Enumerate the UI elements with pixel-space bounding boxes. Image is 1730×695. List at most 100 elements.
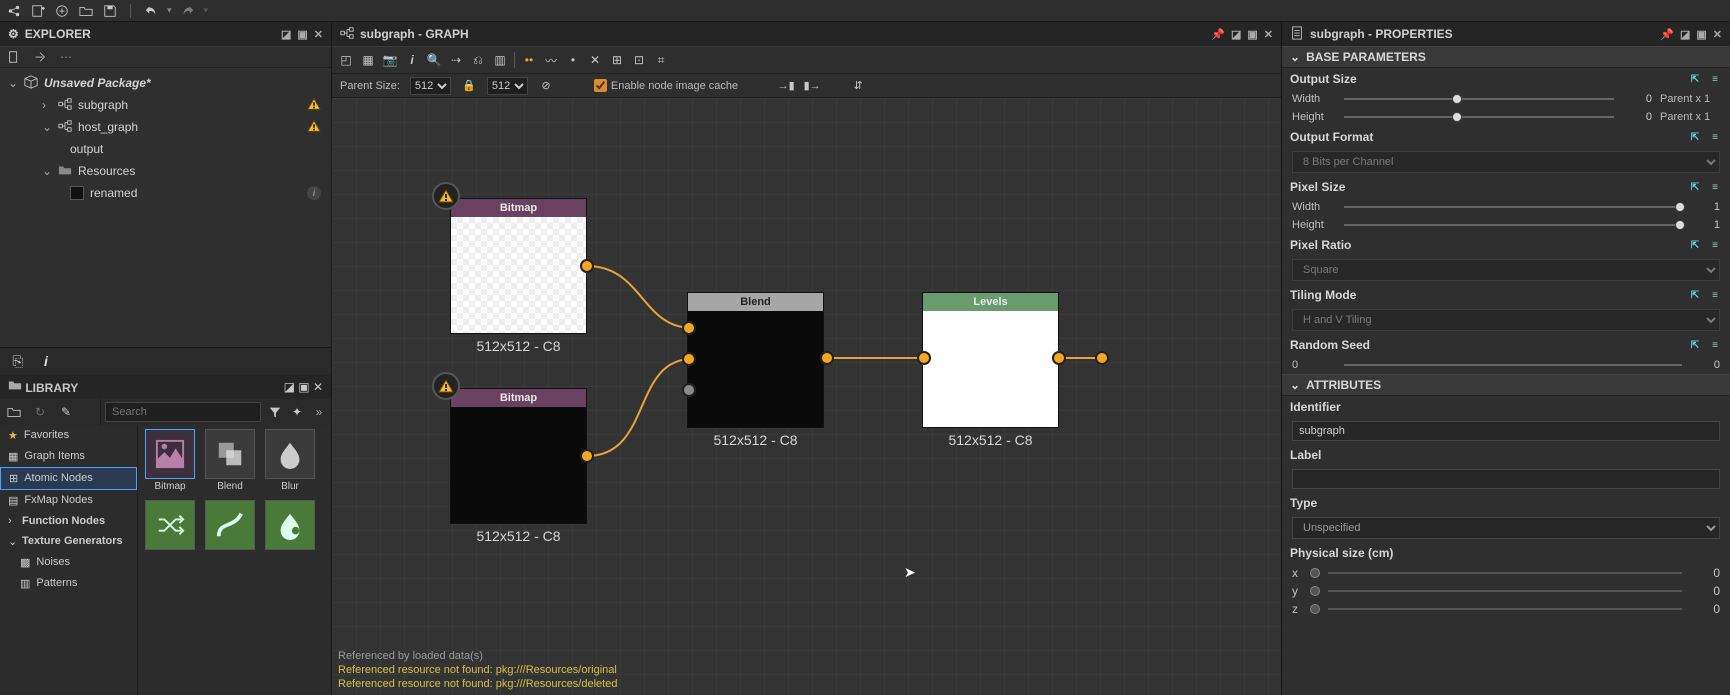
inherit-icon[interactable]: ⇱ [1688, 338, 1702, 352]
port-out[interactable] [820, 351, 834, 365]
inherit-icon[interactable]: ⇱ [1688, 72, 1702, 86]
port-in[interactable] [917, 351, 931, 365]
grid-icon[interactable]: ⊞ [609, 52, 625, 68]
filter-icon[interactable] [267, 404, 283, 420]
prop-pixel-width[interactable]: Width 1 [1282, 198, 1730, 216]
pin-icon[interactable]: 📌 [1211, 28, 1225, 41]
tree-item-resources[interactable]: ⌄ Resources [0, 160, 331, 182]
port-in-mask[interactable] [682, 383, 696, 397]
link-icon[interactable]: ⇢ [448, 52, 464, 68]
frame-icon[interactable]: ▦ [360, 52, 376, 68]
star-add-icon[interactable]: ✦ [289, 404, 305, 420]
export-icon[interactable] [32, 49, 48, 65]
lib-cat-fxmap[interactable]: ▤FxMap Nodes [0, 490, 137, 511]
size-b-select[interactable]: 512 [487, 77, 528, 95]
lib-tile-shuffle[interactable] [142, 500, 198, 550]
menu-icon[interactable]: ≡ [1708, 130, 1722, 144]
save-icon[interactable] [102, 3, 118, 19]
prop-phys-x[interactable]: x0 [1282, 564, 1730, 582]
hierarchy-icon[interactable]: ⇵ [850, 78, 866, 94]
lib-cat-atomic[interactable]: ⊞Atomic Nodes [0, 467, 137, 490]
tree-item-hostgraph[interactable]: ⌄ host_graph [0, 116, 331, 138]
inherit-icon[interactable]: ⇱ [1688, 130, 1702, 144]
maximize-icon[interactable]: ▣ [1247, 28, 1257, 41]
dot-icon[interactable]: • [565, 52, 581, 68]
lib-tile-hsl[interactable] [262, 500, 318, 550]
close-icon[interactable]: ✕ [1713, 28, 1722, 41]
reset-icon[interactable]: ⊘ [538, 78, 554, 94]
section-base-parameters[interactable]: ⌄BASE PARAMETERS [1282, 46, 1730, 68]
close-icon[interactable]: ✕ [314, 28, 323, 41]
node-bitmap-1[interactable]: Bitmap [450, 198, 587, 334]
maximize-icon[interactable]: ▣ [1696, 28, 1706, 41]
more-icon[interactable]: » [311, 404, 327, 420]
share-icon[interactable] [6, 3, 22, 19]
lib-tile-curve[interactable] [202, 500, 258, 550]
dock-icon[interactable]: ◪ [284, 380, 295, 394]
tree-item-output[interactable]: output [0, 138, 331, 160]
menu-icon[interactable]: ≡ [1708, 72, 1722, 86]
chevron-down-icon[interactable]: ⌄ [42, 120, 52, 134]
lock-icon[interactable]: 🔒 [461, 78, 477, 94]
folder-add-icon[interactable] [6, 404, 22, 420]
tool-icon[interactable]: ⎘ [10, 353, 26, 369]
type-select[interactable]: Unspecified [1292, 517, 1720, 539]
cache-checkbox[interactable]: Enable node image cache [594, 79, 738, 92]
node-blend[interactable]: Blend [687, 292, 824, 428]
port-in[interactable] [682, 352, 696, 366]
search-input[interactable] [105, 402, 261, 422]
info-i-icon[interactable]: i [44, 353, 48, 369]
snap-icon[interactable]: ⊡ [631, 52, 647, 68]
chevron-down-icon[interactable]: ⌄ [8, 76, 18, 90]
node-bitmap-2[interactable]: Bitmap [450, 388, 587, 524]
in-icon[interactable]: →▮ [778, 78, 794, 94]
edit-icon[interactable]: ✎ [58, 404, 74, 420]
prop-seed[interactable]: 0 0 [1282, 356, 1730, 374]
chevron-right-icon[interactable]: › [42, 98, 52, 112]
pin-icon[interactable]: 📌 [1660, 28, 1674, 41]
redo-icon[interactable] [180, 3, 196, 19]
info-icon[interactable]: i [404, 52, 420, 68]
lib-cat-noises[interactable]: ▩Noises [0, 552, 137, 573]
lib-cat-texgen[interactable]: ⌄Texture Generators [0, 531, 137, 552]
lib-cat-function[interactable]: ›Function Nodes [0, 511, 137, 531]
output-format-select[interactable]: 8 Bits per Channel [1292, 151, 1720, 173]
dock-icon[interactable]: ◪ [1680, 28, 1690, 41]
lib-tile-blur[interactable]: Blur [262, 429, 318, 492]
pixel-ratio-select[interactable]: Square [1292, 259, 1720, 281]
gear-icon[interactable]: ⚙ [8, 27, 19, 41]
prop-width[interactable]: Width 0 Parent x 1 [1282, 90, 1730, 108]
doc-icon[interactable] [6, 49, 22, 65]
lib-cat-patterns[interactable]: ▥Patterns [0, 573, 137, 594]
port-out[interactable] [1052, 351, 1066, 365]
open-icon[interactable] [78, 3, 94, 19]
menu-icon[interactable]: ≡ [1708, 338, 1722, 352]
out-icon[interactable]: ▮→ [804, 78, 820, 94]
node-levels[interactable]: Levels [922, 292, 1059, 428]
inherit-icon[interactable]: ⇱ [1688, 180, 1702, 194]
close-icon[interactable]: ✕ [313, 380, 323, 394]
label-input[interactable] [1292, 469, 1720, 489]
tree-item-renamed[interactable]: renamed i [0, 182, 331, 204]
prop-height[interactable]: Height 0 Parent x 1 [1282, 108, 1730, 126]
cross-icon[interactable]: ✕ [587, 52, 603, 68]
port-in[interactable] [682, 321, 696, 335]
lib-cat-favorites[interactable]: ★Favorites [0, 425, 137, 446]
align-icon[interactable]: ▥ [492, 52, 508, 68]
maximize-icon[interactable]: ▣ [297, 28, 307, 41]
menu-icon[interactable]: ≡ [1708, 238, 1722, 252]
prop-pixel-height[interactable]: Height 1 [1282, 216, 1730, 234]
size-a-select[interactable]: 512 [410, 77, 451, 95]
maximize-icon[interactable]: ▣ [298, 380, 309, 394]
snapshot-icon[interactable]: 📷 [382, 52, 398, 68]
port-out[interactable] [580, 259, 594, 273]
tree-package[interactable]: ⌄ Unsaved Package* [0, 72, 331, 94]
inherit-icon[interactable]: ⇱ [1688, 288, 1702, 302]
lib-tile-blend[interactable]: Blend [202, 429, 258, 492]
more-icon[interactable]: ⋯ [58, 49, 74, 65]
curve-icon[interactable]: 〰 [543, 52, 559, 68]
close-icon[interactable]: ✕ [1264, 28, 1273, 41]
node-link-icon[interactable]: •• [521, 52, 537, 68]
magnet-icon[interactable]: ⌗ [653, 52, 669, 68]
menu-icon[interactable]: ≡ [1708, 288, 1722, 302]
